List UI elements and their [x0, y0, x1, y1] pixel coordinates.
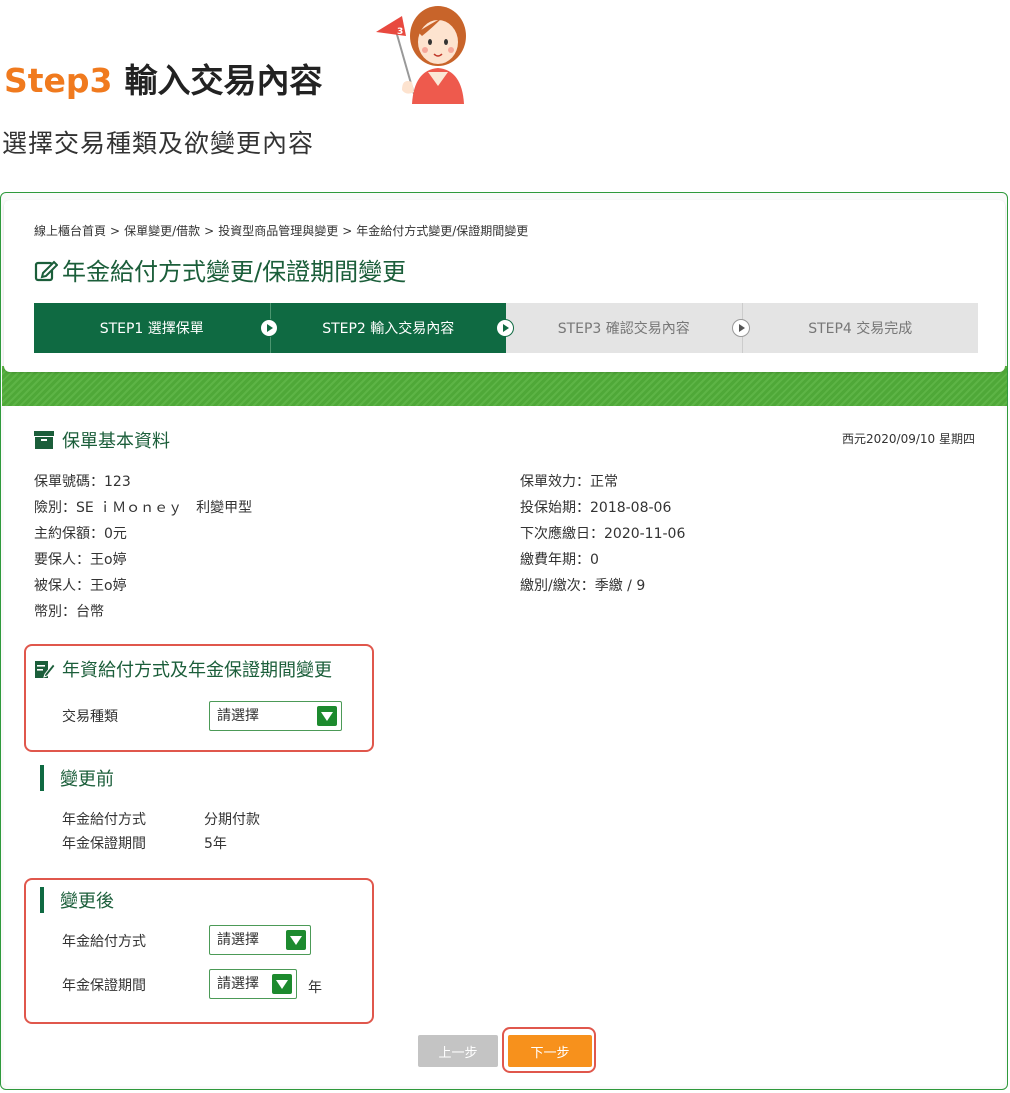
policy-sum-insured: 主約保額：0元: [34, 526, 127, 542]
decorative-stripe-band: [2, 366, 1007, 406]
previous-step-button[interactable]: 上一步: [418, 1035, 498, 1067]
next-step-button[interactable]: 下一步: [508, 1035, 592, 1067]
step-3: STEP3 確認交易內容: [506, 303, 750, 353]
after-period-label: 年金保證期間: [62, 978, 146, 994]
breadcrumb-current: 年金給付方式變更/保證期間變更: [356, 224, 529, 238]
page-title: 年金給付方式變更/保證期間變更: [34, 252, 406, 287]
policy-pay-mode: 繳別/繳次：季繳 / 9: [520, 578, 646, 594]
transaction-type-value: 請選擇: [217, 708, 259, 724]
policy-type: 險別：SE ｉＭｏｎｅｙ 利變甲型: [34, 500, 253, 516]
policy-insured: 被保人：王o婷: [34, 578, 127, 594]
breadcrumb-home[interactable]: 線上櫃台首頁: [34, 224, 106, 238]
before-section-title: 變更前: [40, 765, 114, 791]
policy-number: 保單號碼：123: [34, 474, 131, 490]
step-heading: Step3 輸入交易內容: [4, 54, 323, 102]
archive-box-icon: [34, 431, 54, 449]
step-1-label: STEP1 選擇保單: [99, 321, 204, 337]
transaction-type-select[interactable]: 請選擇: [209, 701, 342, 731]
step-2-label: STEP2 輸入交易內容: [322, 321, 455, 337]
step-number: Step3: [4, 61, 113, 100]
period-unit-label: 年: [308, 980, 322, 996]
before-section-title-text: 變更前: [60, 769, 114, 790]
policy-info-left: 保單號碼：123 險別：SE ｉＭｏｎｅｙ 利變甲型 主約保額：0元 要保人：王…: [34, 469, 252, 625]
before-method-label: 年金給付方式: [62, 812, 146, 828]
change-section-title-text: 年資給付方式及年金保證期間變更: [62, 660, 332, 681]
policy-info-right: 保單效力：正常 投保始期：2018-08-06 下次應繳日：2020-11-06…: [520, 469, 685, 599]
dropdown-arrow-icon[interactable]: [317, 706, 337, 726]
policy-currency: 幣別：台幣: [34, 604, 104, 620]
after-section-title: 變更後: [40, 887, 114, 913]
breadcrumb-investment[interactable]: 投資型商品管理與變更: [218, 224, 338, 238]
after-section-title-text: 變更後: [60, 891, 114, 912]
step-4: STEP4 交易完成: [741, 303, 978, 353]
dropdown-arrow-icon[interactable]: [286, 930, 306, 950]
policy-next-due: 下次應繳日：2020-11-06: [520, 526, 686, 542]
before-method-value: 分期付款: [204, 812, 260, 828]
step-arrow-icon: [496, 319, 514, 337]
payment-method-value: 請選擇: [217, 932, 259, 948]
policy-status: 保單效力：正常: [520, 474, 618, 490]
policy-applicant: 要保人：王o婷: [34, 552, 127, 568]
after-method-label: 年金給付方式: [62, 934, 146, 950]
step-3-label: STEP3 確認交易內容: [557, 321, 690, 337]
policy-section-title-text: 保單基本資料: [62, 431, 170, 452]
edit-icon: [34, 260, 59, 282]
breadcrumb: 線上櫃台首頁 > 保單變更/借款 > 投資型商品管理與變更 > 年金給付方式變更/保證期間變…: [34, 222, 528, 239]
step-arrow-icon: [259, 319, 278, 337]
page-subtitle: 選擇交易種類及欲變更內容: [2, 129, 315, 158]
policy-section-title: 保單基本資料: [34, 427, 170, 453]
edit-document-icon: [35, 661, 56, 678]
flag-number: 3: [397, 27, 403, 37]
page-title-text: 年金給付方式變更/保證期間變更: [62, 258, 407, 286]
before-period-label: 年金保證期間: [62, 836, 146, 852]
current-date: 西元2020/09/10 星期四: [842, 432, 975, 446]
step-heading-text: 輸入交易內容: [124, 61, 323, 100]
policy-pay-years: 繳費年期：0: [520, 552, 599, 568]
guarantee-period-value: 請選擇: [217, 976, 259, 992]
payment-method-select[interactable]: 請選擇: [209, 925, 311, 955]
step-2: STEP2 輸入交易內容: [269, 303, 514, 353]
step-arrow-icon: [731, 319, 750, 337]
transaction-type-label: 交易種類: [62, 709, 118, 725]
step-1: STEP1 選擇保單: [34, 303, 278, 353]
breadcrumb-policy-change[interactable]: 保單變更/借款: [124, 224, 200, 238]
step-4-label: STEP4 交易完成: [808, 321, 913, 337]
breadcrumb-separator: >: [204, 224, 215, 238]
guarantee-period-select[interactable]: 請選擇: [209, 969, 297, 999]
breadcrumb-separator: >: [110, 224, 121, 238]
mascot-illustration: 3: [376, 6, 466, 104]
breadcrumb-separator: >: [342, 224, 353, 238]
progress-steps: STEP1 選擇保單 STEP2 輸入交易內容 STEP3 確認交易內容 STE…: [34, 303, 978, 353]
before-period-value: 5年: [204, 836, 227, 852]
dropdown-arrow-icon[interactable]: [272, 974, 292, 994]
policy-start-date: 投保始期：2018-08-06: [520, 500, 672, 516]
change-section-title: 年資給付方式及年金保證期間變更: [34, 656, 332, 682]
